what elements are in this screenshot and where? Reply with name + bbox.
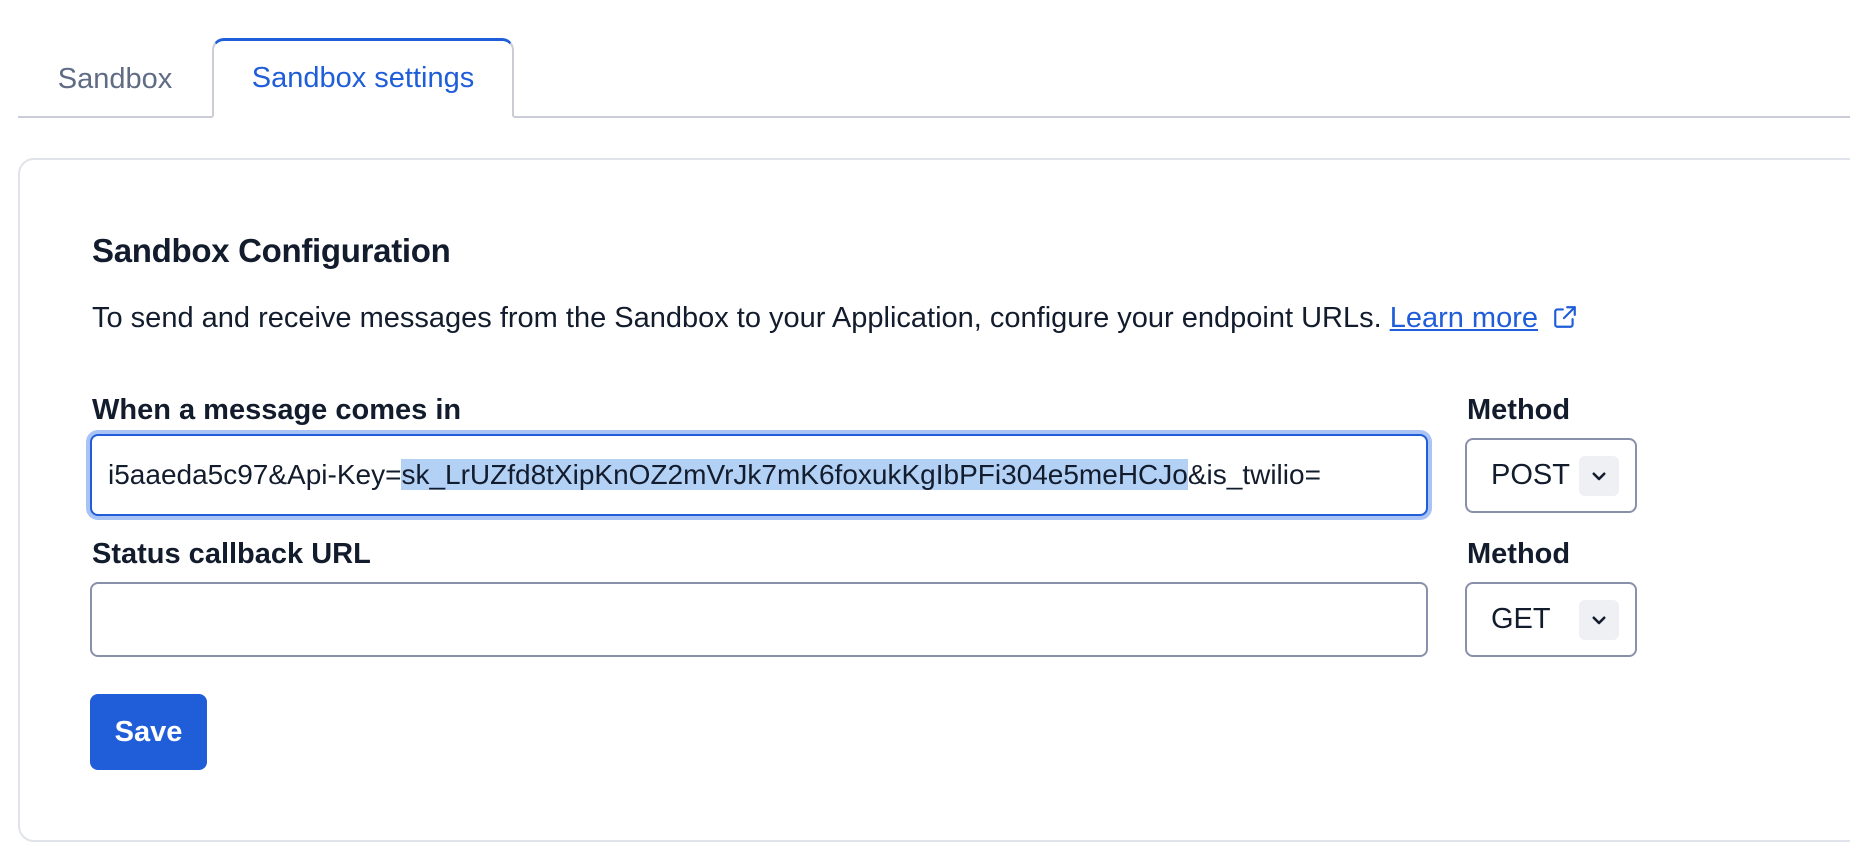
incoming-url-value-after: &is_twilio= [1187, 459, 1321, 490]
status-callback-input[interactable] [90, 582, 1428, 657]
incoming-method-select[interactable]: POST [1465, 438, 1637, 513]
tab-sandbox-label: Sandbox [57, 62, 173, 95]
incoming-url-label: When a message comes in [92, 394, 462, 426]
incoming-url-input[interactable]: i5aaeda5c97&Api-Key=sk_LrUZfd8tXipKnOZ2m… [90, 434, 1428, 516]
external-link-icon[interactable] [1552, 304, 1578, 330]
tab-bar: Sandbox Sandbox settings [18, 38, 1850, 118]
incoming-method-value: POST [1491, 459, 1570, 491]
save-button[interactable]: Save [90, 694, 207, 770]
incoming-url-value-selected: sk_LrUZfd8tXipKnOZ2mVrJk7mK6foxukKgIbPFi… [401, 459, 1188, 490]
incoming-url-value-before: i5aaeda5c97&Api-Key= [108, 459, 402, 490]
incoming-method-label: Method [1467, 394, 1571, 426]
tab-sandbox[interactable]: Sandbox [18, 40, 212, 118]
section-description: To send and receive messages from the Sa… [92, 302, 1578, 335]
learn-more-link[interactable]: Learn more [1390, 302, 1538, 334]
description-text: To send and receive messages from the Sa… [92, 302, 1382, 334]
status-callback-method-select[interactable]: GET [1465, 582, 1637, 657]
status-callback-label: Status callback URL [92, 538, 371, 570]
status-callback-method-label: Method [1467, 538, 1571, 570]
tab-sandbox-settings-label: Sandbox settings [251, 62, 475, 94]
section-heading: Sandbox Configuration [92, 232, 451, 269]
status-callback-method-value: GET [1491, 603, 1551, 635]
chevron-down-icon [1579, 599, 1619, 640]
tab-sandbox-settings[interactable]: Sandbox settings [212, 38, 514, 118]
incoming-url-value: i5aaeda5c97&Api-Key=sk_LrUZfd8tXipKnOZ2m… [92, 459, 1321, 491]
chevron-down-icon [1579, 455, 1619, 496]
